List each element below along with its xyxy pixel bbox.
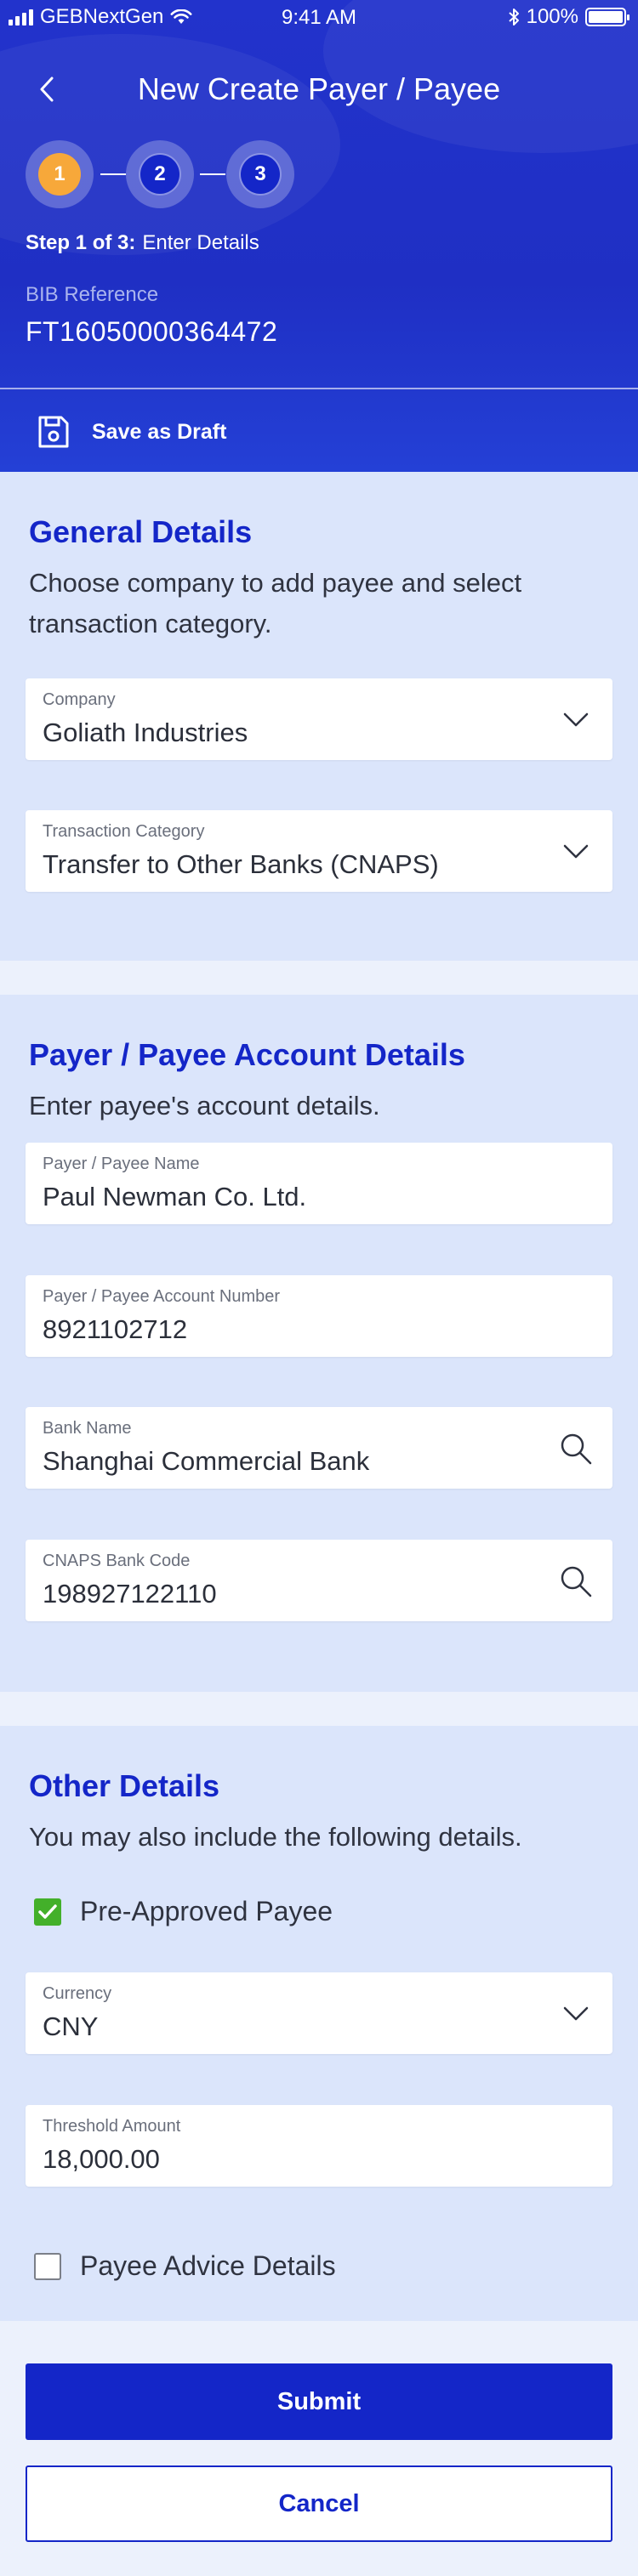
account-number-value: 8921102712 xyxy=(43,1314,188,1344)
general-details-title: General Details xyxy=(29,514,253,549)
step-number: 2 xyxy=(139,153,181,196)
cnaps-code-label: CNAPS Bank Code xyxy=(43,1552,191,1570)
account-number-label: Payer / Payee Account Number xyxy=(43,1287,281,1306)
payee-name-label: Payer / Payee Name xyxy=(43,1155,200,1173)
cancel-button[interactable]: Cancel xyxy=(26,2465,612,2542)
payee-advice-label: Payee Advice Details xyxy=(80,2250,336,2281)
threshold-label: Threshold Amount xyxy=(43,2117,181,2136)
stepper: 1 2 3 xyxy=(26,140,315,208)
step-number: 1 xyxy=(38,153,81,196)
other-details-section: Other Details You may also include the f… xyxy=(0,1726,638,2576)
step-name: Enter Details xyxy=(142,231,259,254)
bank-name-label: Bank Name xyxy=(43,1419,132,1438)
battery-icon xyxy=(585,8,629,26)
currency-value: CNY xyxy=(43,2011,99,2041)
section-divider xyxy=(0,961,638,995)
general-details-description: Choose company to add payee and select t… xyxy=(29,568,522,638)
step-connector xyxy=(100,173,126,175)
category-label: Transaction Category xyxy=(43,822,205,841)
payee-advice-checkbox-row[interactable]: Payee Advice Details xyxy=(34,2250,336,2282)
currency-label: Currency xyxy=(43,1984,112,2003)
bank-name-field[interactable]: Bank Name Shanghai Commercial Bank xyxy=(26,1407,612,1489)
chevron-down-icon[interactable] xyxy=(558,702,594,738)
search-icon[interactable] xyxy=(558,1563,594,1599)
header: GEBNextGen 9:41 AM 100% New Create Payer… xyxy=(0,0,638,472)
threshold-amount-field[interactable]: Threshold Amount 18,000.00 xyxy=(26,2105,612,2187)
other-details-description: You may also include the following detai… xyxy=(29,1822,522,1852)
chevron-down-icon[interactable] xyxy=(558,834,594,870)
payee-name-field[interactable]: Payer / Payee Name Paul Newman Co. Ltd. xyxy=(26,1143,612,1224)
cnaps-code-field[interactable]: CNAPS Bank Code 198927122110 xyxy=(26,1540,612,1621)
step-1: 1 xyxy=(26,140,94,208)
payee-advice-checkbox[interactable] xyxy=(34,2252,61,2280)
check-icon xyxy=(38,1904,57,1919)
category-value: Transfer to Other Banks (CNAPS) xyxy=(43,849,439,879)
bib-value: FT16050000364472 xyxy=(26,316,278,347)
step-connector xyxy=(200,173,225,175)
account-number-field[interactable]: Payer / Payee Account Number 8921102712 xyxy=(26,1275,612,1357)
step-prefix: Step 1 of 3: xyxy=(26,231,136,254)
transaction-category-select[interactable]: Transaction Category Transfer to Other B… xyxy=(26,810,612,892)
general-details-section: General Details Choose company to add pa… xyxy=(0,472,638,961)
threshold-value: 18,000.00 xyxy=(43,2144,160,2174)
company-value: Goliath Industries xyxy=(43,718,248,747)
status-bar: GEBNextGen 9:41 AM 100% xyxy=(0,0,638,37)
battery-percent: 100% xyxy=(526,5,578,28)
company-label: Company xyxy=(43,690,116,709)
bluetooth-icon xyxy=(508,9,519,26)
step-number: 3 xyxy=(239,153,282,196)
page-title: New Create Payer / Payee xyxy=(137,71,501,106)
other-details-title: Other Details xyxy=(29,1768,220,1803)
account-details-description: Enter payee's account details. xyxy=(29,1091,380,1121)
section-divider xyxy=(0,1692,638,1726)
account-details-section: Payer / Payee Account Details Enter paye… xyxy=(0,995,638,1692)
currency-select[interactable]: Currency CNY xyxy=(26,1972,612,2054)
nav-bar: New Create Payer / Payee xyxy=(0,56,638,124)
save-draft-label: Save as Draft xyxy=(92,420,227,444)
search-icon[interactable] xyxy=(558,1431,594,1467)
pre-approved-label: Pre-Approved Payee xyxy=(80,1896,333,1926)
pre-approved-checkbox[interactable] xyxy=(34,1898,61,1926)
chevron-down-icon[interactable] xyxy=(558,1996,594,2032)
save-icon xyxy=(38,416,69,448)
step-3: 3 xyxy=(226,140,294,208)
submit-button[interactable]: Submit xyxy=(26,2363,612,2440)
step-2: 2 xyxy=(126,140,194,208)
bib-label: BIB Reference xyxy=(26,283,159,306)
pre-approved-checkbox-row[interactable]: Pre-Approved Payee xyxy=(34,1896,333,1927)
account-details-title: Payer / Payee Account Details xyxy=(29,1037,465,1072)
payee-name-value: Paul Newman Co. Ltd. xyxy=(43,1182,307,1211)
step-caption: Step 1 of 3: Enter Details xyxy=(26,231,259,255)
status-right: 100% xyxy=(508,5,629,29)
company-select[interactable]: Company Goliath Industries xyxy=(26,678,612,760)
bank-name-value: Shanghai Commercial Bank xyxy=(43,1446,370,1476)
save-draft-button[interactable]: Save as Draft xyxy=(0,388,638,472)
cnaps-code-value: 198927122110 xyxy=(43,1579,217,1609)
